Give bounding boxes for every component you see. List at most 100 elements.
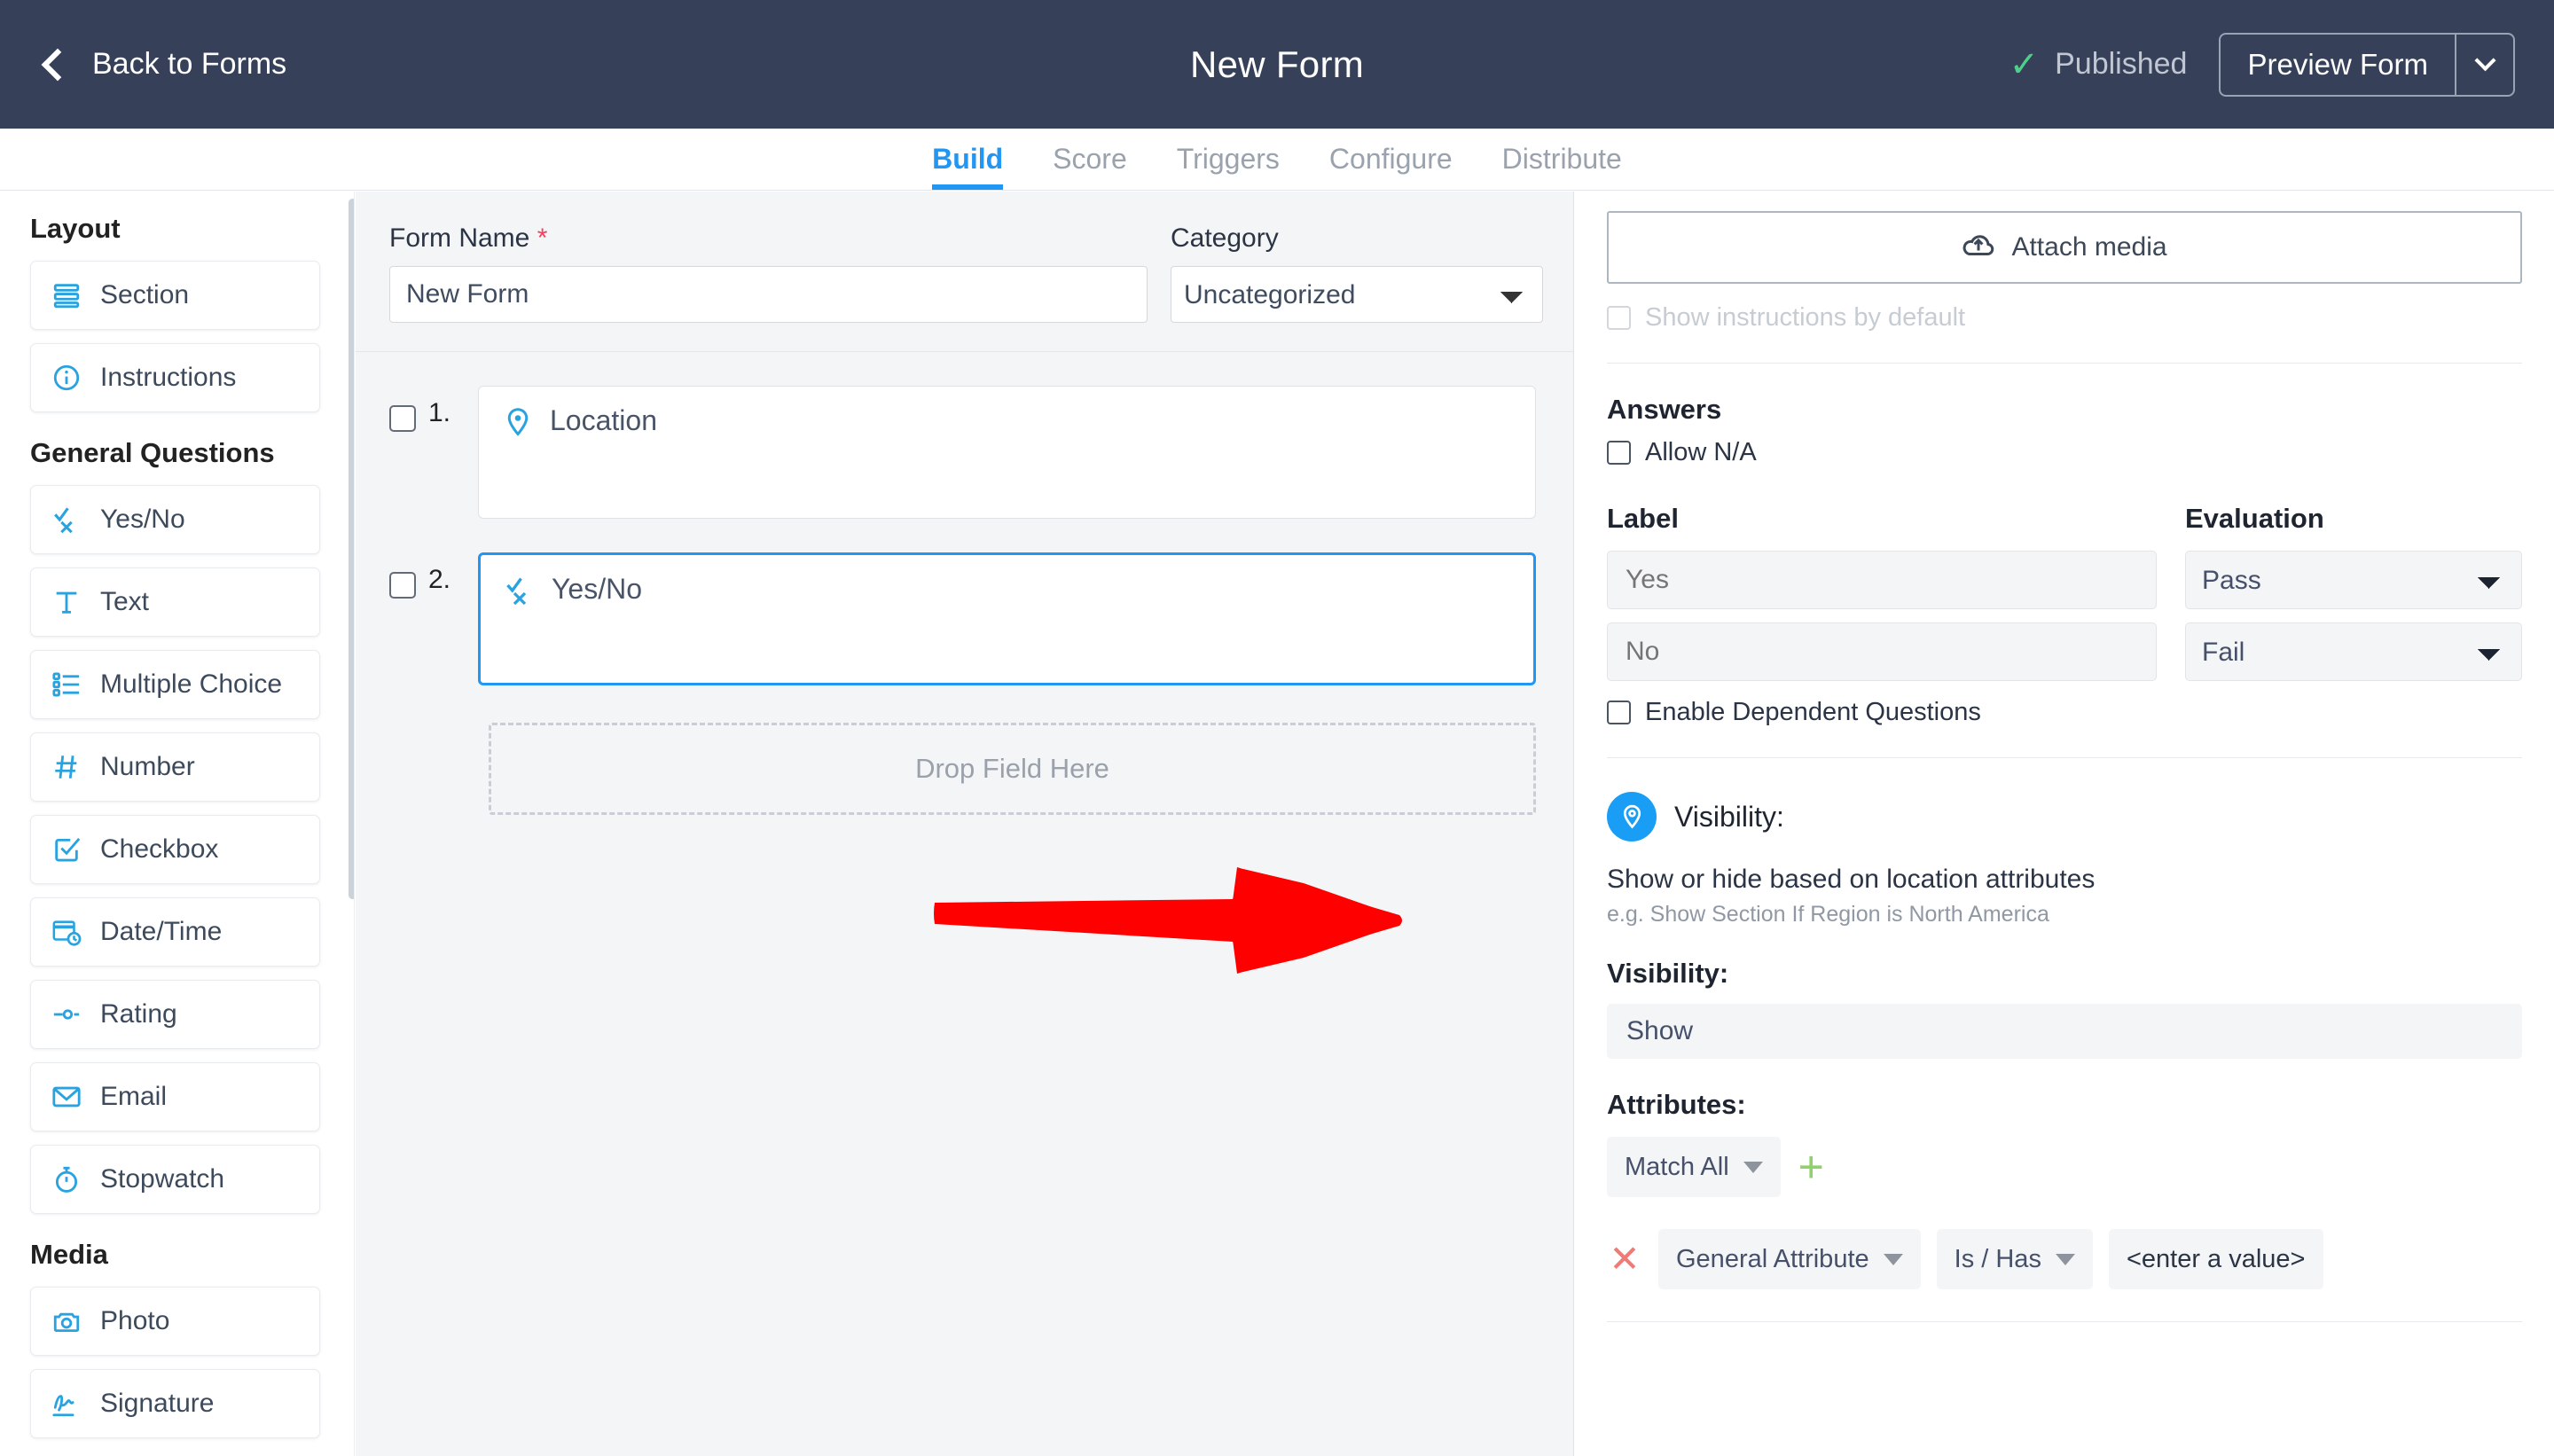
visibility-description: Show or hide based on location attribute…: [1607, 865, 2522, 895]
attribute-operator-label: Is / Has: [1955, 1245, 2041, 1274]
question-row-1: 1. Location: [356, 352, 1573, 519]
calendar-clock-icon: [51, 916, 82, 948]
question-card-location[interactable]: Location: [478, 386, 1536, 519]
palette-item-label: Section: [100, 280, 189, 310]
palette-item-section[interactable]: Section: [30, 261, 320, 330]
palette-item-text[interactable]: Text: [30, 568, 320, 637]
check-cross-icon: [504, 575, 536, 607]
visibility-sub-label: Visibility:: [1607, 958, 2522, 990]
visibility-header: Visibility:: [1607, 792, 2522, 842]
palette-item-label: Date/Time: [100, 917, 222, 947]
tab-triggers[interactable]: Triggers: [1152, 143, 1304, 190]
tab-build[interactable]: Build: [907, 143, 1028, 190]
panel-divider-2: [1607, 757, 2522, 758]
match-mode-label: Match All: [1625, 1153, 1729, 1182]
enable-dependent-checkbox[interactable]: [1607, 701, 1631, 724]
panel-divider-1: [1607, 363, 2522, 364]
allow-na-row[interactable]: Allow N/A: [1607, 438, 2522, 467]
question-select-checkbox[interactable]: [389, 405, 416, 432]
attribute-value-input[interactable]: <enter a value>: [2109, 1229, 2323, 1289]
form-meta-row: Form Name * Category Uncategorized: [356, 192, 1573, 323]
palette-item-yes-no[interactable]: Yes/No: [30, 485, 320, 554]
match-mode-row: Match All +: [1607, 1137, 2522, 1197]
visibility-value-field[interactable]: Show: [1607, 1004, 2522, 1059]
attribute-rule-row: ✕ General Attribute Is / Has <enter a va…: [1607, 1229, 2522, 1289]
match-mode-dropdown[interactable]: Match All: [1607, 1137, 1781, 1197]
answer-label-input-yes[interactable]: [1607, 551, 2157, 609]
drop-field-here-zone[interactable]: Drop Field Here: [489, 723, 1536, 815]
stopwatch-icon: [51, 1163, 82, 1195]
signature-icon: [51, 1388, 82, 1420]
category-select[interactable]: Uncategorized: [1171, 266, 1543, 323]
attach-media-label: Attach media: [2011, 232, 2166, 262]
palette-item-photo[interactable]: Photo: [30, 1287, 320, 1356]
attribute-operator-dropdown[interactable]: Is / Has: [1937, 1229, 2093, 1289]
preview-form-dropdown-button[interactable]: [2455, 35, 2513, 95]
attribute-name-dropdown[interactable]: General Attribute: [1658, 1229, 1921, 1289]
evaluation-select-yes[interactable]: Pass: [2185, 551, 2522, 609]
attribute-name-label: General Attribute: [1676, 1245, 1869, 1274]
tab-configure[interactable]: Configure: [1304, 143, 1477, 190]
answer-config-grid: Label Evaluation Pass Fail: [1607, 503, 2522, 694]
tab-distribute[interactable]: Distribute: [1477, 143, 1647, 190]
palette-item-label: Photo: [100, 1306, 169, 1336]
status-badge: ✓ Published: [2010, 47, 2188, 82]
cloud-upload-icon: [1962, 229, 1995, 267]
evaluation-select-no[interactable]: Fail: [2185, 622, 2522, 681]
attach-media-button[interactable]: Attach media: [1607, 211, 2522, 284]
form-canvas: Form Name * Category Uncategorized 1. Lo…: [356, 192, 1574, 1456]
status-label: Published: [2055, 47, 2187, 82]
palette-item-label: Text: [100, 587, 149, 617]
question-number: 2.: [428, 565, 478, 595]
palette-item-number[interactable]: Number: [30, 732, 320, 802]
form-name-input[interactable]: [389, 266, 1148, 323]
envelope-icon: [51, 1081, 82, 1113]
palette-item-rating[interactable]: Rating: [30, 980, 320, 1049]
palette-item-stopwatch[interactable]: Stopwatch: [30, 1145, 320, 1214]
palette-item-label: Checkbox: [100, 834, 218, 865]
question-select-checkbox[interactable]: [389, 572, 416, 599]
label-column-heading: Label: [1607, 503, 2157, 535]
palette-item-signature[interactable]: Signature: [30, 1369, 320, 1438]
show-instructions-checkbox[interactable]: [1607, 306, 1631, 330]
form-name-label-text: Form Name: [389, 223, 529, 253]
question-card-yes-no[interactable]: Yes/No: [478, 552, 1536, 685]
palette-item-label: Signature: [100, 1389, 214, 1419]
preview-form-group: Preview Form: [2219, 33, 2515, 97]
show-instructions-label: Show instructions by default: [1645, 303, 1965, 333]
enable-dependent-label: Enable Dependent Questions: [1645, 698, 1981, 727]
answer-label-input-no[interactable]: [1607, 622, 2157, 681]
question-card-label: Yes/No: [552, 575, 642, 603]
chevron-down-icon: [2474, 50, 2495, 71]
palette-item-multiple-choice[interactable]: Multiple Choice: [30, 650, 320, 719]
palette-item-instructions[interactable]: Instructions: [30, 343, 320, 412]
tab-score[interactable]: Score: [1028, 143, 1152, 190]
allow-na-checkbox[interactable]: [1607, 441, 1631, 465]
visibility-title: Visibility:: [1674, 801, 1784, 834]
checkbox-checked-icon: [51, 834, 82, 865]
palette-item-label: Yes/No: [100, 505, 185, 535]
check-cross-icon: [51, 504, 82, 536]
chevron-down-icon: [1884, 1254, 1903, 1265]
preview-form-button[interactable]: Preview Form: [2221, 35, 2455, 95]
app-header: New Form Back to Forms ✓ Published Previ…: [0, 0, 2554, 129]
camera-icon: [51, 1305, 82, 1337]
label-column: Label: [1607, 503, 2157, 694]
section-rows-icon: [51, 279, 82, 311]
question-settings-panel: Attach media Show instructions by defaul…: [1575, 192, 2554, 1456]
enable-dependent-row[interactable]: Enable Dependent Questions: [1607, 698, 2522, 727]
show-instructions-row[interactable]: Show instructions by default: [1607, 303, 2522, 333]
palette-group-heading-general-questions: General Questions: [30, 437, 320, 469]
x-remove-icon[interactable]: ✕: [1607, 1241, 1642, 1278]
check-icon: ✓: [2010, 47, 2040, 82]
answers-heading: Answers: [1607, 394, 2522, 426]
palette-item-email[interactable]: Email: [30, 1062, 320, 1131]
palette-item-checkbox[interactable]: Checkbox: [30, 815, 320, 884]
add-attribute-button[interactable]: +: [1798, 1154, 1824, 1180]
category-label: Category: [1171, 223, 1543, 254]
palette-group-heading-layout: Layout: [30, 213, 320, 245]
palette-item-date-time[interactable]: Date/Time: [30, 897, 320, 967]
form-name-field-wrap: Form Name *: [389, 223, 1148, 323]
sidebar-scrollbar[interactable]: [349, 199, 355, 899]
question-row-2: 2. Yes/No: [356, 519, 1573, 685]
